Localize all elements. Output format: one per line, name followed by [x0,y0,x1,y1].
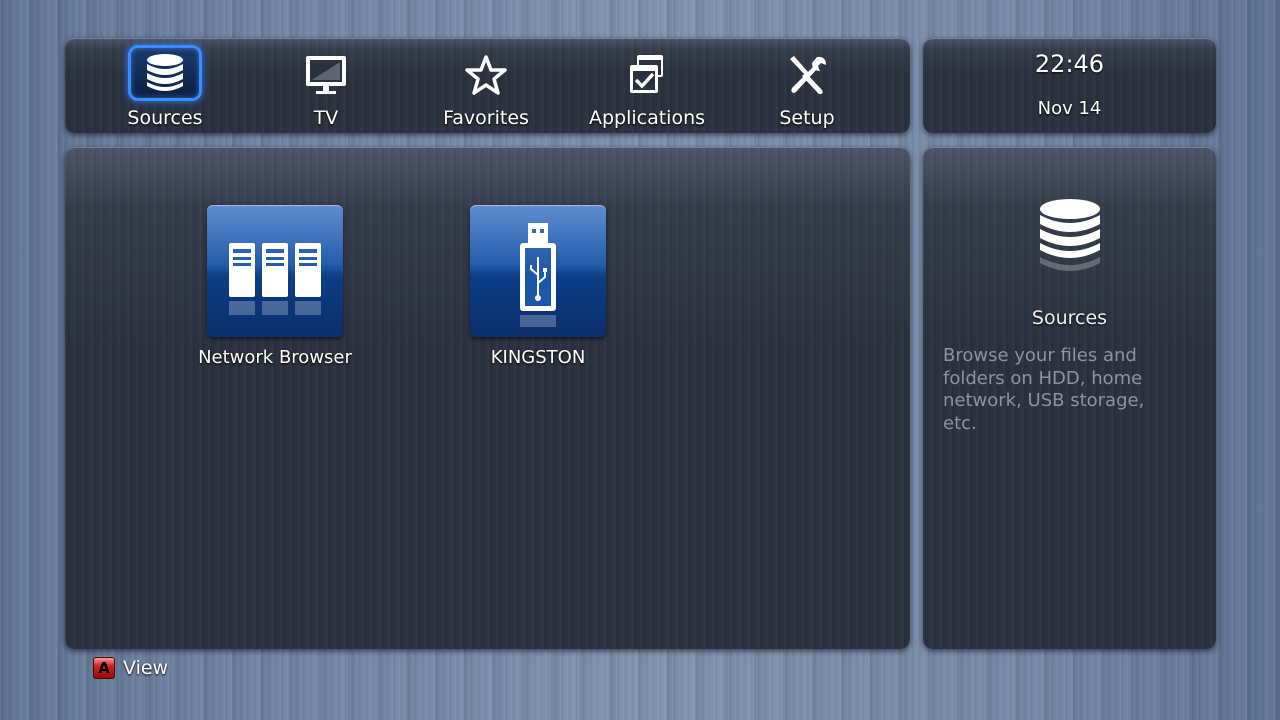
main-menu-bar: Sources TV Favorites Applications Setup [65,38,910,133]
menu-item-setup[interactable]: Setup [727,38,887,133]
a-key-icon: A [93,657,115,679]
applications-icon [630,55,663,93]
menu-item-label: Applications [588,107,706,129]
info-panel: Sources Browse your files and folders on… [923,147,1216,649]
source-tile-network-browser[interactable]: Network Browser [185,205,365,368]
sources-content-panel: Network Browser KINGSTON [65,147,910,649]
menu-item-applications[interactable]: Applications [567,38,727,133]
view-label: View [123,657,169,679]
network-servers-icon [229,243,321,315]
menu-item-tv[interactable]: TV [246,38,406,133]
menu-item-favorites[interactable]: Favorites [406,38,566,133]
menu-item-label: Sources [127,107,203,129]
menu-item-label: Favorites [443,107,529,129]
usb-drive-icon [520,223,556,327]
database-icon [147,54,183,91]
menu-item-sources[interactable]: Sources [85,38,245,133]
star-icon [465,55,507,95]
view-hint[interactable]: A View [93,656,168,680]
clock-date: Nov 14 [1037,98,1102,119]
menu-item-label: TV [313,107,339,129]
clock-time: 22:46 [1034,50,1105,78]
database-icon [1039,199,1100,271]
menu-item-label: Setup [779,107,835,129]
info-title: Sources [1031,307,1108,329]
info-description: Browse your files and folders on HDD, ho… [943,345,1145,434]
tv-icon [306,56,346,94]
source-tile-kingston[interactable]: KINGSTON [448,205,628,368]
tile-label: KINGSTON [490,347,586,368]
tile-label: Network Browser [198,347,352,368]
setup-tools-icon [790,56,826,94]
clock-panel: 22:46 Nov 14 [923,38,1216,133]
